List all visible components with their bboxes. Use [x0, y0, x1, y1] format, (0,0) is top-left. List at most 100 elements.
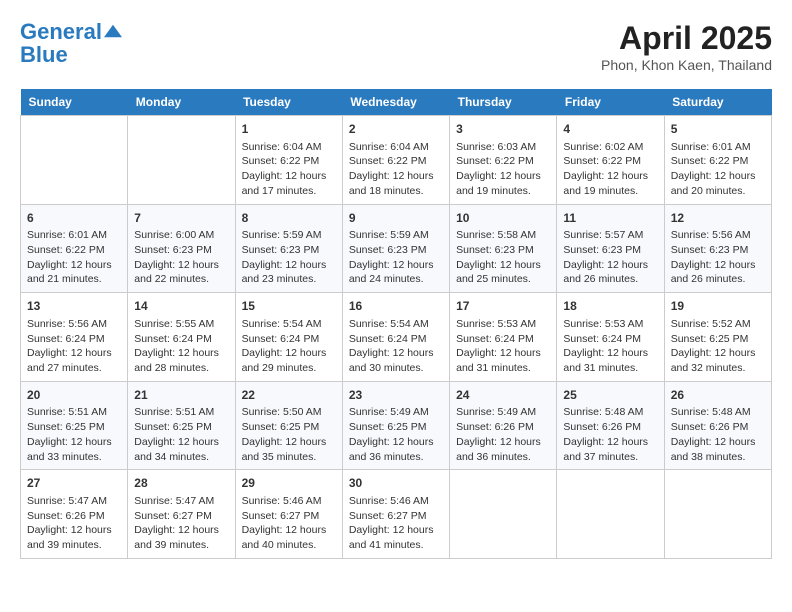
calendar-cell: 16 Sunrise: 5:54 AMSunset: 6:24 PMDayligh… [342, 293, 449, 382]
calendar-cell: 17 Sunrise: 5:53 AMSunset: 6:24 PMDayligh… [450, 293, 557, 382]
day-number: 12 [671, 210, 765, 227]
day-info: Sunrise: 6:04 AMSunset: 6:22 PMDaylight:… [349, 140, 443, 199]
day-number: 5 [671, 121, 765, 138]
day-number: 24 [456, 387, 550, 404]
day-info: Sunrise: 5:56 AMSunset: 6:23 PMDaylight:… [671, 228, 765, 287]
day-number: 13 [27, 298, 121, 315]
week-row-4: 20Sunrise: 5:51 AMSunset: 6:25 PMDayligh… [21, 381, 772, 470]
calendar-cell: 20Sunrise: 5:51 AMSunset: 6:25 PMDayligh… [21, 381, 128, 470]
calendar-cell: 7Sunrise: 6:00 AMSunset: 6:23 PMDaylight… [128, 204, 235, 293]
location: Phon, Khon Kaen, Thailand [601, 57, 772, 73]
day-number: 22 [242, 387, 336, 404]
calendar-cell: 8Sunrise: 5:59 AMSunset: 6:23 PMDaylight… [235, 204, 342, 293]
calendar-table: SundayMondayTuesdayWednesdayThursdayFrid… [20, 89, 772, 559]
day-info: Sunrise: 6:03 AMSunset: 6:22 PMDaylight:… [456, 140, 550, 199]
day-number: 11 [563, 210, 657, 227]
calendar-cell: 26Sunrise: 5:48 AMSunset: 6:26 PMDayligh… [664, 381, 771, 470]
day-info: Sunrise: 5:53 AMSunset: 6:24 PMDaylight:… [456, 317, 550, 376]
calendar-cell: 21Sunrise: 5:51 AMSunset: 6:25 PMDayligh… [128, 381, 235, 470]
day-number: 14 [134, 298, 228, 315]
day-info: Sunrise: 5:57 AMSunset: 6:23 PMDaylight:… [563, 228, 657, 287]
day-info: Sunrise: 5:51 AMSunset: 6:25 PMDaylight:… [27, 405, 121, 464]
day-info: Sunrise: 5:58 AMSunset: 6:23 PMDaylight:… [456, 228, 550, 287]
calendar-cell [557, 470, 664, 559]
calendar-cell: 3 Sunrise: 6:03 AMSunset: 6:22 PMDaylight… [450, 116, 557, 205]
weekday-header-row: SundayMondayTuesdayWednesdayThursdayFrid… [21, 89, 772, 116]
day-number: 27 [27, 475, 121, 492]
calendar-cell: 10Sunrise: 5:58 AMSunset: 6:23 PMDayligh… [450, 204, 557, 293]
day-info: Sunrise: 5:47 AMSunset: 6:26 PMDaylight:… [27, 494, 121, 553]
day-info: Sunrise: 5:48 AMSunset: 6:26 PMDaylight:… [671, 405, 765, 464]
calendar-cell: 23Sunrise: 5:49 AMSunset: 6:25 PMDayligh… [342, 381, 449, 470]
calendar-cell [21, 116, 128, 205]
day-info: Sunrise: 5:48 AMSunset: 6:26 PMDaylight:… [563, 405, 657, 464]
month-year: April 2025 [601, 20, 772, 57]
weekday-header-monday: Monday [128, 89, 235, 116]
calendar-cell: 24Sunrise: 5:49 AMSunset: 6:26 PMDayligh… [450, 381, 557, 470]
calendar-cell: 18 Sunrise: 5:53 AMSunset: 6:24 PMDayligh… [557, 293, 664, 382]
logo-blue: Blue [20, 44, 122, 66]
week-row-2: 6Sunrise: 6:01 AMSunset: 6:22 PMDaylight… [21, 204, 772, 293]
day-number: 18 [563, 298, 657, 315]
day-number: 6 [27, 210, 121, 227]
calendar-cell: 5Sunrise: 6:01 AMSunset: 6:22 PMDaylight… [664, 116, 771, 205]
day-info: Sunrise: 5:52 AMSunset: 6:25 PMDaylight:… [671, 317, 765, 376]
day-info: Sunrise: 6:02 AMSunset: 6:22 PMDaylight:… [563, 140, 657, 199]
day-info: Sunrise: 5:49 AMSunset: 6:25 PMDaylight:… [349, 405, 443, 464]
weekday-header-saturday: Saturday [664, 89, 771, 116]
weekday-header-wednesday: Wednesday [342, 89, 449, 116]
logo: General Blue [20, 20, 122, 66]
calendar-cell: 22Sunrise: 5:50 AMSunset: 6:25 PMDayligh… [235, 381, 342, 470]
day-info: Sunrise: 5:50 AMSunset: 6:25 PMDaylight:… [242, 405, 336, 464]
day-info: Sunrise: 5:53 AMSunset: 6:24 PMDaylight:… [563, 317, 657, 376]
calendar-cell: 28 Sunrise: 5:47 AMSunset: 6:27 PMDayligh… [128, 470, 235, 559]
day-number: 23 [349, 387, 443, 404]
day-number: 21 [134, 387, 228, 404]
day-number: 28 [134, 475, 228, 492]
week-row-5: 27 Sunrise: 5:47 AMSunset: 6:26 PMDayligh… [21, 470, 772, 559]
calendar-cell: 12Sunrise: 5:56 AMSunset: 6:23 PMDayligh… [664, 204, 771, 293]
day-number: 10 [456, 210, 550, 227]
logo-general: General [20, 19, 102, 44]
calendar-cell: 30Sunrise: 5:46 AMSunset: 6:27 PMDayligh… [342, 470, 449, 559]
calendar-cell: 19 Sunrise: 5:52 AMSunset: 6:25 PMDayligh… [664, 293, 771, 382]
calendar-cell [664, 470, 771, 559]
day-number: 16 [349, 298, 443, 315]
day-info: Sunrise: 5:55 AMSunset: 6:24 PMDaylight:… [134, 317, 228, 376]
day-info: Sunrise: 5:59 AMSunset: 6:23 PMDaylight:… [349, 228, 443, 287]
calendar-cell: 9Sunrise: 5:59 AMSunset: 6:23 PMDaylight… [342, 204, 449, 293]
weekday-header-friday: Friday [557, 89, 664, 116]
day-info: Sunrise: 6:04 AMSunset: 6:22 PMDaylight:… [242, 140, 336, 199]
day-info: Sunrise: 5:47 AMSunset: 6:27 PMDaylight:… [134, 494, 228, 553]
calendar-cell: 2Sunrise: 6:04 AMSunset: 6:22 PMDaylight… [342, 116, 449, 205]
weekday-header-thursday: Thursday [450, 89, 557, 116]
week-row-1: 1 Sunrise: 6:04 AMSunset: 6:22 PMDaylight… [21, 116, 772, 205]
page-header: General Blue April 2025 Phon, Khon Kaen,… [20, 20, 772, 73]
weekday-header-sunday: Sunday [21, 89, 128, 116]
calendar-cell: 13Sunrise: 5:56 AMSunset: 6:24 PMDayligh… [21, 293, 128, 382]
calendar-cell: 11Sunrise: 5:57 AMSunset: 6:23 PMDayligh… [557, 204, 664, 293]
calendar-cell: 15Sunrise: 5:54 AMSunset: 6:24 PMDayligh… [235, 293, 342, 382]
day-number: 3 [456, 121, 550, 138]
day-number: 9 [349, 210, 443, 227]
logo-icon [104, 24, 122, 38]
day-number: 25 [563, 387, 657, 404]
day-info: Sunrise: 5:49 AMSunset: 6:26 PMDaylight:… [456, 405, 550, 464]
day-info: Sunrise: 5:54 AMSunset: 6:24 PMDaylight:… [349, 317, 443, 376]
day-number: 15 [242, 298, 336, 315]
calendar-cell: 27 Sunrise: 5:47 AMSunset: 6:26 PMDayligh… [21, 470, 128, 559]
day-number: 17 [456, 298, 550, 315]
day-number: 30 [349, 475, 443, 492]
day-number: 1 [242, 121, 336, 138]
calendar-cell [128, 116, 235, 205]
day-number: 19 [671, 298, 765, 315]
day-info: Sunrise: 6:00 AMSunset: 6:23 PMDaylight:… [134, 228, 228, 287]
day-number: 7 [134, 210, 228, 227]
day-number: 26 [671, 387, 765, 404]
weekday-header-tuesday: Tuesday [235, 89, 342, 116]
day-info: Sunrise: 5:51 AMSunset: 6:25 PMDaylight:… [134, 405, 228, 464]
day-number: 29 [242, 475, 336, 492]
logo-text: General [20, 20, 102, 44]
day-info: Sunrise: 5:59 AMSunset: 6:23 PMDaylight:… [242, 228, 336, 287]
title-block: April 2025 Phon, Khon Kaen, Thailand [601, 20, 772, 73]
